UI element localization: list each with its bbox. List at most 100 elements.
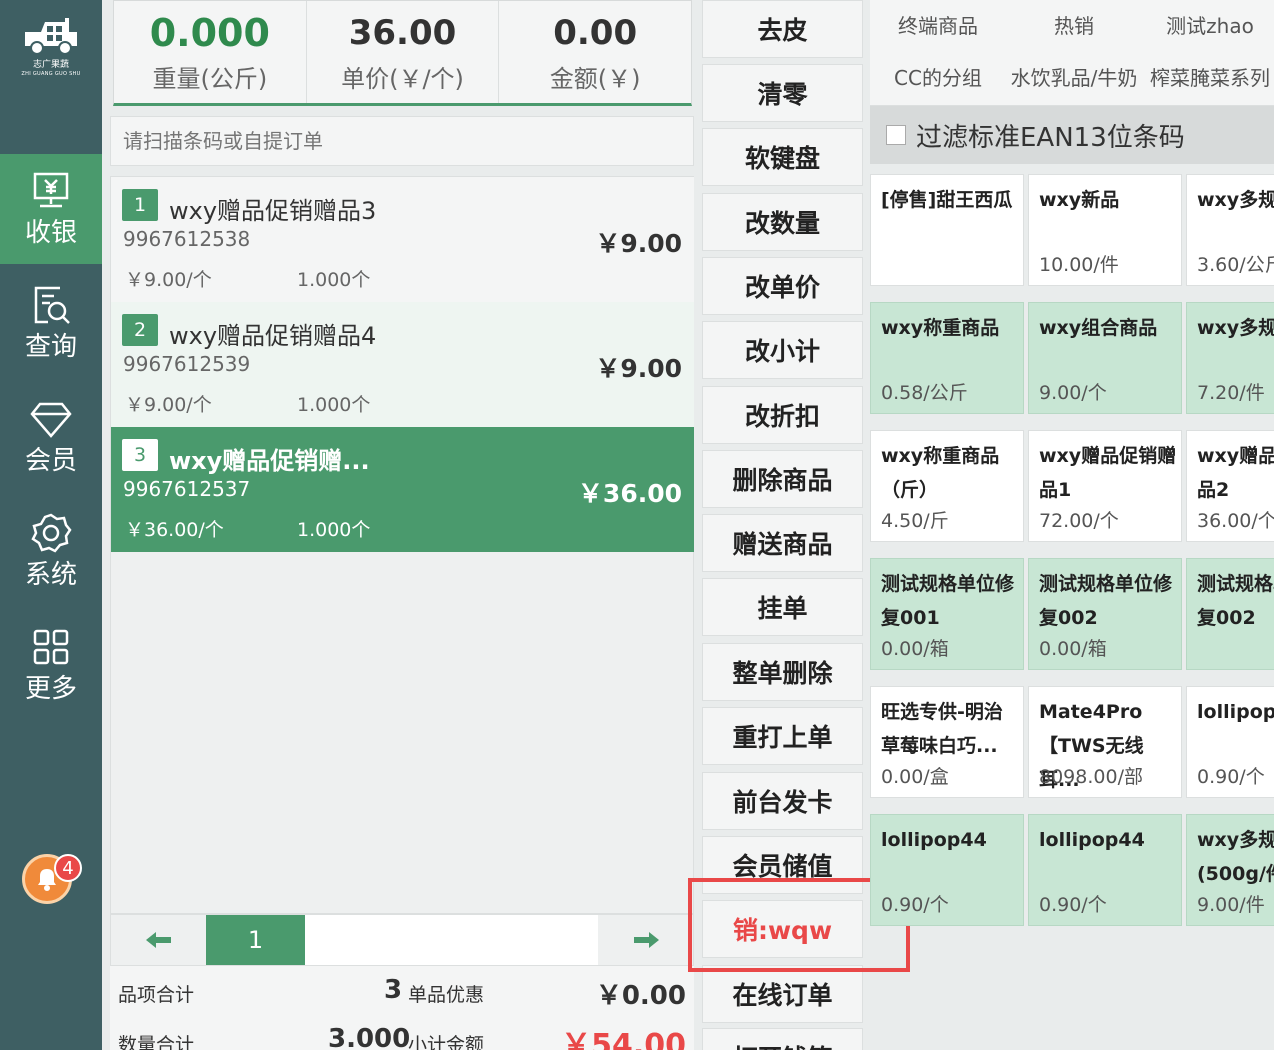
product-card[interactable]: wxy赠品促销赠品2 36.00/个 [1186, 430, 1274, 542]
amount-cell: 0.00 金额(￥) [499, 1, 691, 103]
issue-card-button[interactable]: 前台发卡 [702, 772, 863, 830]
salesperson-button[interactable]: 销:wqw [702, 900, 863, 958]
current-page[interactable]: 1 [206, 915, 305, 965]
search-doc-icon [34, 286, 70, 324]
product-card[interactable]: [停售]甜王西瓜 [870, 174, 1024, 286]
product-price: 10.00/件 [1039, 254, 1119, 276]
barcode-input[interactable] [110, 116, 694, 166]
arrow-right-icon [633, 932, 659, 948]
order-item[interactable]: 2 wxy赠品促销赠品4 9967612539 ￥9.00 ￥9.00/个 1.… [111, 302, 694, 427]
product-price: 9.00/个 [1039, 382, 1107, 404]
category-tab[interactable]: 热销 [1006, 0, 1142, 52]
product-card[interactable]: wxy赠品促销赠品1 72.00/个 [1028, 430, 1182, 542]
zero-button[interactable]: 清零 [702, 64, 863, 122]
product-card[interactable]: wxy称重商品（斤） 4.50/斤 [870, 430, 1024, 542]
next-page-button[interactable] [598, 915, 693, 965]
gear-icon [31, 513, 72, 553]
discount-value: ￥0.00 [595, 981, 686, 1011]
order-item[interactable]: 1 wxy赠品促销赠品3 9967612538 ￥9.00 ￥9.00/个 1.… [111, 177, 694, 302]
item-name: wxy赠品促销赠品3 [169, 197, 377, 225]
product-card[interactable]: lollipop44 0.90/个 [1028, 814, 1182, 926]
product-name: lollipop44 [1197, 701, 1274, 723]
category-tab[interactable]: 榨菜腌菜系列 [1142, 52, 1274, 104]
nav-member[interactable]: 会员 [0, 382, 102, 492]
nav-label: 会员 [24, 446, 77, 476]
product-price: 3.60/公斤 [1197, 254, 1274, 276]
nav-more[interactable]: 更多 [0, 610, 102, 720]
product-price: 0.90/个 [881, 894, 949, 916]
brand-logo: 志广果蔬 ZHI GUANG GUO SHU [0, 0, 102, 90]
item-amount: ￥9.00 [595, 354, 682, 383]
discount-label: 单品优惠 [408, 984, 485, 1006]
product-card[interactable]: 测试规格单位修复002 0.00/箱 [1028, 558, 1182, 670]
product-card[interactable]: lollipop44 0.90/个 [1186, 686, 1274, 798]
product-card[interactable]: Mate4Pro【TWS无线耳... 8098.00/部 [1028, 686, 1182, 798]
weight-cell: 0.000 重量(公斤) [114, 1, 307, 103]
order-totals: 品项合计 3 单品优惠 ￥0.00 数量合计 3.000 小计金额 ￥54.00 [110, 966, 694, 1050]
product-card[interactable]: wxy称重商品 0.58/公斤 [870, 302, 1024, 414]
nav-system[interactable]: 系统 [0, 496, 102, 606]
open-drawer-button[interactable]: 打开钱箱 [702, 1028, 863, 1050]
product-name: [停售]甜王西瓜 [881, 189, 1013, 211]
member-topup-button[interactable]: 会员储值 [702, 836, 863, 894]
product-name: wxy赠品促销赠品2 [1197, 445, 1274, 501]
category-tab[interactable]: CC的分组 [870, 52, 1006, 104]
gift-item-button[interactable]: 赠送商品 [702, 514, 863, 572]
category-tab[interactable]: 终端商品 [870, 0, 1006, 52]
item-unit-price: ￥9.00/个 [125, 394, 212, 416]
nav-label: 更多 [24, 674, 77, 704]
product-card[interactable]: 测试规格单位修复001 0.00/箱 [870, 558, 1024, 670]
delete-item-button[interactable]: 删除商品 [702, 450, 863, 508]
item-number: 1 [122, 189, 158, 221]
prev-page-button[interactable] [111, 915, 206, 965]
nav-cashier[interactable]: 收银 [0, 154, 102, 264]
change-subtotal-button[interactable]: 改小计 [702, 321, 863, 379]
sidebar: 志广果蔬 ZHI GUANG GUO SHU 收银 查询 会员 系统 更多 4 [0, 0, 102, 1050]
product-card[interactable]: lollipop44 0.90/个 [870, 814, 1024, 926]
product-price: 36.00/个 [1197, 510, 1274, 532]
category-tab[interactable]: 测试zhao [1142, 0, 1274, 52]
hold-order-button[interactable]: 挂单 [702, 578, 863, 636]
item-unit-price: ￥36.00/个 [125, 519, 224, 541]
item-quantity: 1.000个 [297, 269, 371, 291]
weight-summary: 0.000 重量(公斤) 36.00 单价(￥/个) 0.00 金额(￥) [113, 0, 692, 106]
weight-label: 重量(公斤) [152, 64, 268, 93]
nav-label: 收银 [24, 218, 77, 248]
delete-order-button[interactable]: 整单删除 [702, 643, 863, 701]
product-name: 测试规格单位修复001 [881, 573, 1015, 629]
product-card[interactable]: wxy多规格 3.60/公斤 [1186, 174, 1274, 286]
product-name: wxy多规格(500g/件) [1197, 829, 1274, 885]
nav-query[interactable]: 查询 [0, 268, 102, 378]
notification-badge: 4 [54, 854, 82, 882]
change-price-button[interactable]: 改单价 [702, 257, 863, 315]
reprint-button[interactable]: 重打上单 [702, 707, 863, 765]
order-item-selected[interactable]: 3 wxy赠品促销赠... 9967612537 ￥36.00 ￥36.00/个… [111, 427, 694, 552]
product-card[interactable]: 旺选专供-明治草莓味白巧... 0.00/盒 [870, 686, 1024, 798]
product-card[interactable]: wxy多规格(500g/件) 9.00/件 [1186, 814, 1274, 926]
amount-value: 0.00 [553, 12, 638, 53]
product-price: 7.20/件 [1197, 382, 1265, 404]
item-count-value: 3 [384, 975, 403, 1005]
product-price: 72.00/个 [1039, 510, 1119, 532]
truck-logo-icon [25, 18, 77, 55]
change-qty-button[interactable]: 改数量 [702, 193, 863, 251]
amount-label: 金额(￥) [549, 64, 641, 93]
product-card[interactable]: 测试规格单位修复002 [1186, 558, 1274, 670]
diamond-icon [30, 402, 72, 438]
ean13-filter[interactable]: 过滤标准EAN13位条码 [870, 106, 1274, 164]
item-name: wxy赠品促销赠品4 [169, 322, 377, 350]
product-price: 0.00/盒 [881, 766, 949, 788]
tare-button[interactable]: 去皮 [702, 0, 863, 58]
item-barcode: 9967612538 [123, 227, 251, 251]
filter-checkbox[interactable] [886, 125, 906, 145]
soft-keyboard-button[interactable]: 软键盘 [702, 128, 863, 186]
category-tab[interactable]: 水饮乳品/牛奶 [1006, 52, 1142, 104]
subtotal-value: ￥54.00 [561, 1028, 686, 1050]
change-discount-button[interactable]: 改折扣 [702, 386, 863, 444]
online-orders-button[interactable]: 在线订单 [702, 965, 863, 1023]
product-name: 测试规格单位修复002 [1039, 573, 1173, 629]
order-pager: 1 [110, 914, 694, 966]
product-card[interactable]: wxy多规格(件) 7.20/件 [1186, 302, 1274, 414]
product-card[interactable]: wxy组合商品 9.00/个 [1028, 302, 1182, 414]
product-card[interactable]: wxy新品 10.00/件 [1028, 174, 1182, 286]
